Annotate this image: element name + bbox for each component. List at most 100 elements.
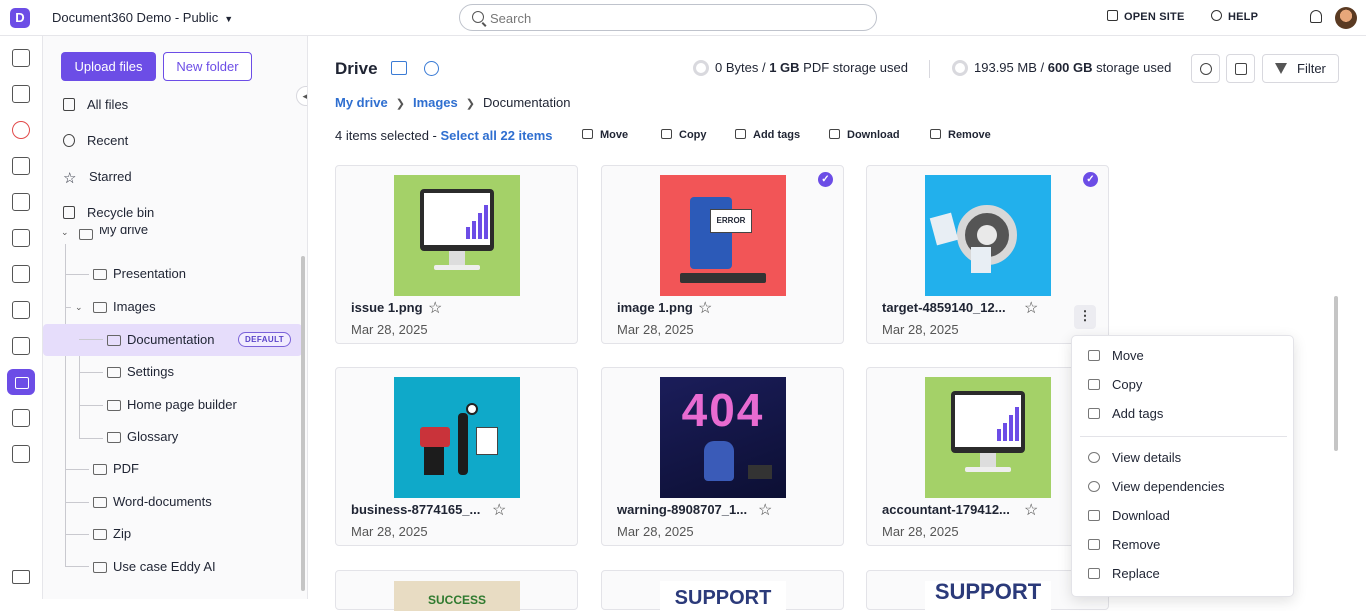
bell-icon[interactable] [1310, 10, 1322, 23]
move-icon [1088, 350, 1100, 361]
star-icon[interactable]: ☆ [492, 500, 506, 520]
file-card-business[interactable]: business-8774165_... ☆ Mar 28, 2025 [335, 367, 578, 546]
menu-item-add-tags[interactable]: Add tags [1088, 404, 1163, 424]
bulk-copy-button[interactable]: Copy [661, 129, 707, 141]
settings-gear-icon[interactable] [12, 445, 30, 463]
file-name: issue 1.png [351, 300, 423, 315]
selected-check-icon[interactable]: ✓ [818, 172, 833, 187]
menu-item-move[interactable]: Move [1088, 346, 1144, 366]
breadcrumb-my-drive[interactable]: My drive [335, 95, 388, 110]
menu-item-copy[interactable]: Copy [1088, 375, 1142, 395]
replace-arrows-icon [1088, 568, 1100, 579]
collapse-panel-icon[interactable] [12, 570, 30, 584]
file-name: accountant-179412... [882, 502, 1010, 517]
star-icon[interactable]: ☆ [1024, 298, 1038, 318]
bulk-download-button[interactable]: Download [829, 129, 900, 141]
api-icon[interactable] [12, 193, 30, 211]
open-site-link[interactable]: OPEN SITE [1107, 10, 1184, 23]
tree-root-my-drive[interactable]: ⌄ My drive [43, 227, 302, 245]
tree-item-pdf[interactable]: PDF [43, 453, 302, 485]
tree-item-word-documents[interactable]: Word-documents [43, 486, 302, 518]
feedback-icon[interactable] [12, 229, 30, 247]
file-card-image[interactable]: ERROR ✓ image 1.png ☆ Mar 28, 2025 [601, 165, 844, 344]
new-folder-button[interactable]: New folder [163, 52, 252, 81]
collapse-sidebar-chevron-icon[interactable]: ◀ [296, 86, 307, 106]
project-selector[interactable]: Document360 Demo - Public ▼ [52, 10, 233, 25]
menu-item-replace[interactable]: Replace [1088, 564, 1160, 584]
storage-ring-icon [952, 60, 968, 76]
nav-all-files[interactable]: All files [63, 95, 128, 115]
bulk-remove-button[interactable]: Remove [930, 129, 991, 141]
menu-item-download[interactable]: Download [1088, 506, 1170, 526]
menu-item-view-details[interactable]: View details [1088, 448, 1181, 468]
file-card-partial[interactable]: SUCCESS [335, 570, 578, 611]
folder-icon [93, 562, 107, 573]
nav-starred[interactable]: ☆ Starred [63, 167, 132, 187]
star-icon[interactable]: ☆ [698, 298, 712, 318]
breadcrumb-images[interactable]: Images [413, 95, 458, 110]
bulk-move-button[interactable]: Move [582, 129, 628, 141]
trash-icon [930, 129, 941, 139]
chevron-right-icon: ❯ [465, 98, 475, 110]
sidebar-scrollbar[interactable] [301, 256, 305, 591]
storage-ring-icon [693, 60, 709, 76]
file-card-partial[interactable]: SUPPORT [601, 570, 844, 611]
filter-icon [1275, 63, 1287, 74]
tree-item-images[interactable]: ⌄ Images [43, 291, 302, 323]
drive-icon[interactable] [7, 369, 35, 395]
tree-item-glossary[interactable]: Glossary [43, 421, 302, 453]
download-icon [829, 129, 840, 139]
star-icon[interactable]: ☆ [428, 298, 442, 318]
star-icon: ☆ [63, 170, 77, 187]
folder-icon [93, 269, 107, 280]
avatar[interactable] [1335, 7, 1357, 29]
folder-icon [93, 464, 107, 475]
file-card-warning[interactable]: 404 warning-8908707_1... ☆ Mar 28, 2025 [601, 367, 844, 546]
selection-count: 4 items selected - Select all 22 items [335, 128, 553, 143]
tree-item-home-page-builder[interactable]: Home page builder [43, 389, 302, 421]
tree-item-settings[interactable]: Settings [43, 356, 302, 388]
search-box[interactable] [459, 4, 877, 31]
tree-item-zip[interactable]: Zip [43, 518, 302, 550]
tree-item-presentation[interactable]: Presentation [43, 258, 302, 290]
analytics-icon[interactable] [12, 265, 30, 283]
bulk-add-tags-button[interactable]: Add tags [735, 129, 800, 141]
portal-icon[interactable] [12, 409, 30, 427]
document360-logo-icon[interactable]: D [10, 8, 30, 28]
file-card-issue[interactable]: issue 1.png ☆ Mar 28, 2025 [335, 165, 578, 344]
nav-recent[interactable]: Recent [63, 131, 128, 151]
video-play-icon[interactable] [424, 61, 439, 76]
main-scrollbar[interactable] [1334, 296, 1338, 451]
file-thumbnail [394, 175, 520, 296]
file-name: business-8774165_... [351, 502, 481, 517]
knowledge-base-icon[interactable] [12, 301, 30, 319]
file-name: warning-8908707_1... [617, 502, 748, 517]
more-options-kebab-icon[interactable]: ⋮ [1074, 305, 1096, 329]
tree-item-documentation[interactable]: Documentation DEFAULT [43, 324, 302, 356]
star-icon[interactable]: ☆ [1024, 500, 1038, 520]
book-icon[interactable] [12, 85, 30, 103]
menu-item-remove[interactable]: Remove [1088, 535, 1160, 555]
home-icon[interactable] [12, 49, 30, 67]
nav-recycle-bin[interactable]: Recycle bin [63, 203, 154, 223]
file-card-target[interactable]: ✓ target-4859140_12... ☆ Mar 28, 2025 ⋮ [866, 165, 1109, 344]
help-link[interactable]: HELP [1211, 10, 1258, 23]
star-icon[interactable]: ☆ [758, 500, 772, 520]
filter-button[interactable]: Filter [1262, 54, 1339, 83]
eddy-ai-icon[interactable] [12, 121, 30, 139]
search-button[interactable] [1191, 54, 1220, 83]
selected-check-icon[interactable]: ✓ [1083, 172, 1098, 187]
workflow-icon[interactable] [12, 157, 30, 175]
select-all-link[interactable]: Select all 22 items [441, 128, 553, 143]
docs-book-icon[interactable] [391, 61, 407, 75]
divider [929, 60, 930, 78]
menu-item-view-dependencies[interactable]: View dependencies [1088, 477, 1225, 497]
file-date: Mar 28, 2025 [882, 524, 959, 539]
tree-item-use-case-eddy-ai[interactable]: Use case Eddy AI [43, 551, 302, 583]
view-toggle-button[interactable] [1226, 54, 1255, 83]
search-input[interactable] [490, 9, 860, 27]
upload-files-button[interactable]: Upload files [61, 52, 156, 81]
widgets-icon[interactable] [12, 337, 30, 355]
thumb-support-text: SUPPORT [934, 581, 1042, 604]
chevron-down-icon: ⌄ [75, 302, 83, 312]
